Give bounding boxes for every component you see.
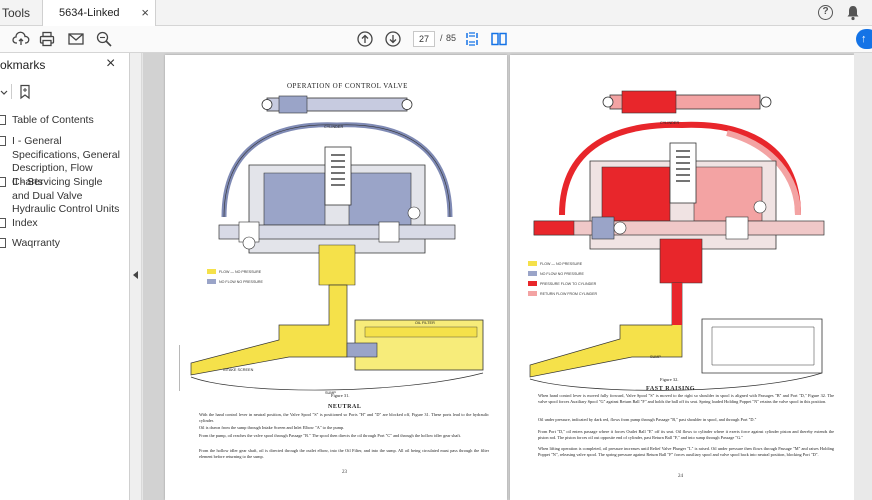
bookmark-label: Table of Contents: [12, 114, 94, 126]
legend-swatch: [528, 291, 537, 296]
bookmark-label: II - Servicing Single and Dual Valve Hyd…: [12, 176, 120, 215]
legend-item-no-flow: NO FLOW NO PRESSURE: [528, 271, 584, 276]
zoom-search-icon[interactable]: [95, 30, 113, 48]
bookmarks-panel-title: okmarks: [0, 58, 46, 72]
add-bookmark-icon[interactable]: [18, 84, 32, 100]
legend-item-pressure-flow: PRESSURE FLOW TO CYLINDER: [528, 281, 596, 286]
legend-item-flow: FLOW — NO PRESSURE: [207, 269, 261, 274]
print-icon[interactable]: [38, 30, 56, 48]
paragraph: Oil under pressure, indicated by dark re…: [538, 417, 757, 422]
legend-swatch: [528, 261, 537, 266]
legend-label: FLOW — NO PRESSURE: [219, 269, 262, 274]
document-viewer[interactable]: OPERATION OF CONTROL VALVE CYLINDER OIL …: [143, 53, 872, 500]
close-panel-icon[interactable]: ×: [106, 55, 115, 73]
pdf-page-right: CYLINDER SUMP FLOW — NO PRESSURE NO FLOW…: [510, 55, 854, 500]
bookmark-item-contents[interactable]: Table of Contents: [0, 114, 120, 128]
neutral-flow-diagram: [179, 95, 484, 391]
vertical-scrollbar[interactable]: [854, 53, 872, 500]
legend-swatch: [528, 271, 537, 276]
cylinder-label: CYLINDER: [324, 125, 344, 129]
two-page-view-icon[interactable]: [490, 30, 508, 48]
bookmark-item-index[interactable]: Index: [0, 217, 120, 231]
paragraph: From the pump, oil reaches the valve spo…: [199, 433, 461, 438]
toolbar-divider: [11, 84, 12, 99]
panel-collapse-rail[interactable]: [130, 53, 142, 500]
bookmark-item-warranty[interactable]: Waqrranty: [0, 237, 120, 251]
bookmark-label: Index: [12, 217, 38, 229]
section-heading: NEUTRAL: [328, 404, 362, 410]
main-toolbar: 27 / 85 ↑: [0, 26, 872, 53]
figure-caption: Figure 32.: [660, 377, 679, 382]
page-separator: /: [440, 33, 443, 43]
bookmark-icon: [0, 115, 6, 125]
notifications-bell-icon[interactable]: [845, 4, 861, 21]
intake-screen-label: INTAKE SCREEN: [223, 368, 254, 372]
legend-label: FLOW — NO PRESSURE: [540, 261, 583, 266]
total-pages: 85: [446, 33, 457, 43]
bookmark-icon: [0, 218, 6, 228]
previous-page-icon[interactable]: [356, 30, 374, 48]
legend-label: NO FLOW NO PRESSURE: [219, 279, 263, 284]
tab-bar: Tools 5634-Linked pdf.pdf × ?: [0, 0, 872, 45]
bookmark-icon: [0, 177, 6, 187]
upload-cloud-icon[interactable]: [12, 30, 30, 48]
paragraph: From the hollow idler gear shaft, oil is…: [199, 448, 489, 459]
page-number-input[interactable]: 27: [413, 31, 435, 47]
section-heading: FAST RAISING: [646, 386, 696, 392]
email-icon[interactable]: [67, 30, 85, 48]
share-button[interactable]: ↑: [856, 29, 872, 49]
paragraph: With the hand control lever in neutral p…: [199, 412, 489, 423]
oil-filter-label: OIL FILTER: [415, 321, 435, 325]
legend-item-flow: FLOW — NO PRESSURE: [528, 261, 582, 266]
figure-caption: Figure 31.: [331, 393, 350, 398]
paragraph: Oil is drawn from the sump through Intak…: [199, 425, 345, 430]
document-tab[interactable]: 5634-Linked pdf.pdf ×: [42, 0, 156, 45]
collapse-panel-arrow-icon[interactable]: [133, 271, 138, 279]
legend-label: NO FLOW NO PRESSURE: [540, 271, 584, 276]
options-dropdown-icon[interactable]: [0, 87, 8, 97]
close-tab-icon[interactable]: ×: [141, 0, 149, 26]
legend-label: PRESSURE FLOW TO CYLINDER: [540, 281, 597, 286]
legend-swatch: [207, 269, 216, 274]
cylinder-label: CYLINDER: [660, 121, 680, 125]
scroll-mode-icon[interactable]: [463, 30, 481, 48]
bookmark-icon: [0, 238, 6, 248]
legend-label: RETURN FLOW FROM CYLINDER: [540, 291, 598, 296]
bookmarks-toolbar: [0, 81, 130, 103]
legend-item-return-flow: RETURN FLOW FROM CYLINDER: [528, 291, 597, 296]
page-number: 24: [678, 474, 683, 479]
bookmark-label: Waqrranty: [12, 237, 61, 249]
help-icon[interactable]: ?: [818, 5, 833, 20]
bookmark-item-section-2[interactable]: II - Servicing Single and Dual Valve Hyd…: [0, 176, 120, 217]
page-heading: OPERATION OF CONTROL VALVE: [287, 82, 408, 90]
paragraph: From Port "D," oil enters passage where …: [538, 429, 834, 440]
bookmarks-panel: okmarks × Table of Contents I - General …: [0, 53, 130, 500]
sump-label: SUMP: [650, 355, 661, 359]
tools-tab[interactable]: Tools: [0, 0, 36, 26]
pdf-page-left: OPERATION OF CONTROL VALVE CYLINDER OIL …: [165, 55, 507, 500]
paragraph: When hand control lever is moved fully f…: [538, 393, 834, 404]
paragraph: When lifting operation is completed, oil…: [538, 446, 834, 457]
legend-swatch: [528, 281, 537, 286]
page-number: 23: [342, 470, 347, 475]
next-page-icon[interactable]: [384, 30, 402, 48]
legend-swatch: [207, 279, 216, 284]
fast-raising-flow-diagram: [529, 90, 825, 391]
legend-item-no-flow: NO FLOW NO PRESSURE: [207, 279, 263, 284]
bookmark-icon: [0, 136, 6, 146]
